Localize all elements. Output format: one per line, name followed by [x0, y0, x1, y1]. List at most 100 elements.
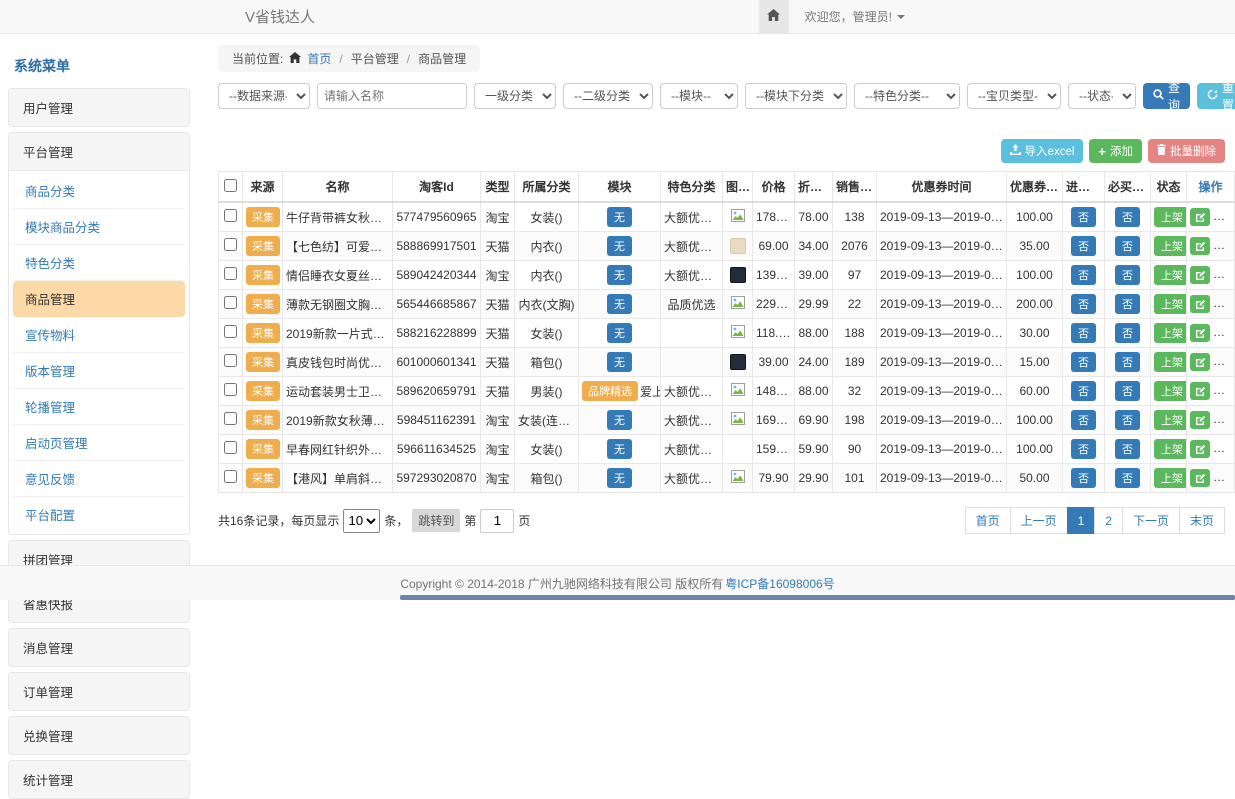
edit-button[interactable]	[1190, 208, 1210, 226]
import-select-toggle[interactable]: 否	[1071, 468, 1096, 488]
sidebar-group-header[interactable]: 统计管理	[9, 761, 189, 798]
row-checkbox[interactable]	[224, 238, 237, 251]
page-button[interactable]: 上一页	[1010, 507, 1068, 534]
filter-select[interactable]: --二级分类--	[563, 83, 653, 109]
page-number-input[interactable]	[480, 509, 514, 533]
import-select-toggle[interactable]: 否	[1071, 265, 1096, 285]
status-button[interactable]: 上架	[1154, 410, 1187, 430]
import-select-toggle[interactable]: 否	[1071, 207, 1096, 227]
module-none-button[interactable]: 无	[607, 439, 632, 459]
filter-select[interactable]: 一级分类	[474, 83, 556, 109]
status-button[interactable]: 上架	[1154, 439, 1187, 459]
import-select-toggle[interactable]: 否	[1071, 410, 1096, 430]
import-select-toggle[interactable]: 否	[1071, 294, 1096, 314]
must-buy-toggle[interactable]: 否	[1115, 236, 1140, 256]
import-select-toggle[interactable]: 否	[1071, 352, 1096, 372]
module-none-button[interactable]: 无	[607, 323, 632, 343]
status-button[interactable]: 上架	[1154, 294, 1187, 314]
module-none-button[interactable]: 无	[607, 294, 632, 314]
sidebar-item[interactable]: 宣传物料	[13, 317, 185, 353]
add-button[interactable]: + 添加	[1089, 139, 1142, 163]
row-checkbox[interactable]	[224, 325, 237, 338]
must-buy-toggle[interactable]: 否	[1115, 323, 1140, 343]
row-checkbox[interactable]	[224, 354, 237, 367]
module-none-button[interactable]: 无	[607, 236, 632, 256]
page-button[interactable]: 2	[1094, 507, 1123, 534]
sidebar-item[interactable]: 轮播管理	[13, 389, 185, 425]
import-select-toggle[interactable]: 否	[1071, 381, 1096, 401]
reset-button[interactable]: 重置	[1197, 83, 1235, 109]
user-menu[interactable]: 欢迎您，管理员!	[805, 8, 905, 25]
sidebar-group-header[interactable]: 消息管理	[9, 629, 189, 666]
sidebar-group-header[interactable]: 订单管理	[9, 673, 189, 710]
filter-select[interactable]: --数据来源--	[218, 83, 310, 109]
import-select-toggle[interactable]: 否	[1071, 439, 1096, 459]
must-buy-toggle[interactable]: 否	[1115, 294, 1140, 314]
filter-select[interactable]: --宝贝类型--	[967, 83, 1061, 109]
edit-button[interactable]	[1190, 411, 1210, 429]
filter-select[interactable]: --模块--	[660, 83, 738, 109]
page-button[interactable]: 1	[1067, 507, 1096, 534]
batch-delete-button[interactable]: 批量删除	[1148, 139, 1225, 163]
sidebar-item[interactable]: 启动页管理	[13, 425, 185, 461]
row-checkbox[interactable]	[224, 412, 237, 425]
search-button[interactable]: 查询	[1143, 83, 1190, 109]
horizontal-scrollbar[interactable]	[0, 595, 1235, 600]
page-button[interactable]: 下一页	[1122, 507, 1180, 534]
sidebar-item[interactable]: 模块商品分类	[13, 209, 185, 245]
edit-button[interactable]	[1190, 382, 1210, 400]
breadcrumb-home-link[interactable]: 首页	[307, 50, 331, 67]
must-buy-toggle[interactable]: 否	[1115, 265, 1140, 285]
status-button[interactable]: 上架	[1154, 236, 1187, 256]
must-buy-toggle[interactable]: 否	[1115, 381, 1140, 401]
filter-select[interactable]: --模块下分类--	[745, 83, 847, 109]
sidebar-group-header[interactable]: 兑换管理	[9, 717, 189, 754]
sidebar-group-header[interactable]: 平台管理	[9, 133, 189, 170]
edit-button[interactable]	[1190, 353, 1210, 371]
sidebar-item[interactable]: 商品管理	[13, 281, 185, 317]
home-button[interactable]	[759, 0, 789, 33]
module-none-button[interactable]: 无	[607, 468, 632, 488]
row-checkbox[interactable]	[224, 296, 237, 309]
per-page-select[interactable]: 10	[343, 509, 380, 533]
module-none-button[interactable]: 无	[607, 265, 632, 285]
status-button[interactable]: 上架	[1154, 265, 1187, 285]
sidebar-item[interactable]: 意见反馈	[13, 461, 185, 497]
sidebar-item[interactable]: 商品分类	[13, 173, 185, 209]
status-button[interactable]: 上架	[1154, 323, 1187, 343]
page-button[interactable]: 末页	[1179, 507, 1225, 534]
edit-button[interactable]	[1190, 469, 1210, 487]
edit-button[interactable]	[1190, 295, 1210, 313]
jump-button[interactable]: 跳转到	[412, 509, 460, 532]
edit-button[interactable]	[1190, 266, 1210, 284]
must-buy-toggle[interactable]: 否	[1115, 352, 1140, 372]
row-checkbox[interactable]	[224, 209, 237, 222]
select-all-checkbox[interactable]	[224, 179, 237, 192]
import-excel-button[interactable]: 导入excel	[1001, 139, 1084, 163]
must-buy-toggle[interactable]: 否	[1115, 468, 1140, 488]
row-checkbox[interactable]	[224, 383, 237, 396]
row-checkbox[interactable]	[224, 441, 237, 454]
icp-link[interactable]: 粤ICP备16098006号	[725, 575, 834, 592]
sidebar-item[interactable]: 特色分类	[13, 245, 185, 281]
module-none-button[interactable]: 无	[607, 410, 632, 430]
row-checkbox[interactable]	[224, 470, 237, 483]
filter-select[interactable]: --状态--	[1068, 83, 1136, 109]
sidebar-item[interactable]: 平台配置	[13, 497, 185, 532]
row-checkbox[interactable]	[224, 267, 237, 280]
import-select-toggle[interactable]: 否	[1071, 236, 1096, 256]
module-none-button[interactable]: 无	[607, 352, 632, 372]
scrollbar-thumb[interactable]	[400, 595, 1235, 600]
import-select-toggle[interactable]: 否	[1071, 323, 1096, 343]
must-buy-toggle[interactable]: 否	[1115, 410, 1140, 430]
edit-button[interactable]	[1190, 440, 1210, 458]
must-buy-toggle[interactable]: 否	[1115, 207, 1140, 227]
sidebar-group-header[interactable]: 用户管理	[9, 89, 189, 126]
name-search-input[interactable]	[317, 83, 467, 109]
page-button[interactable]: 首页	[965, 507, 1011, 534]
status-button[interactable]: 上架	[1154, 207, 1187, 227]
status-button[interactable]: 上架	[1154, 352, 1187, 372]
filter-select[interactable]: --特色分类--	[854, 83, 960, 109]
edit-button[interactable]	[1190, 237, 1210, 255]
sidebar-item[interactable]: 版本管理	[13, 353, 185, 389]
